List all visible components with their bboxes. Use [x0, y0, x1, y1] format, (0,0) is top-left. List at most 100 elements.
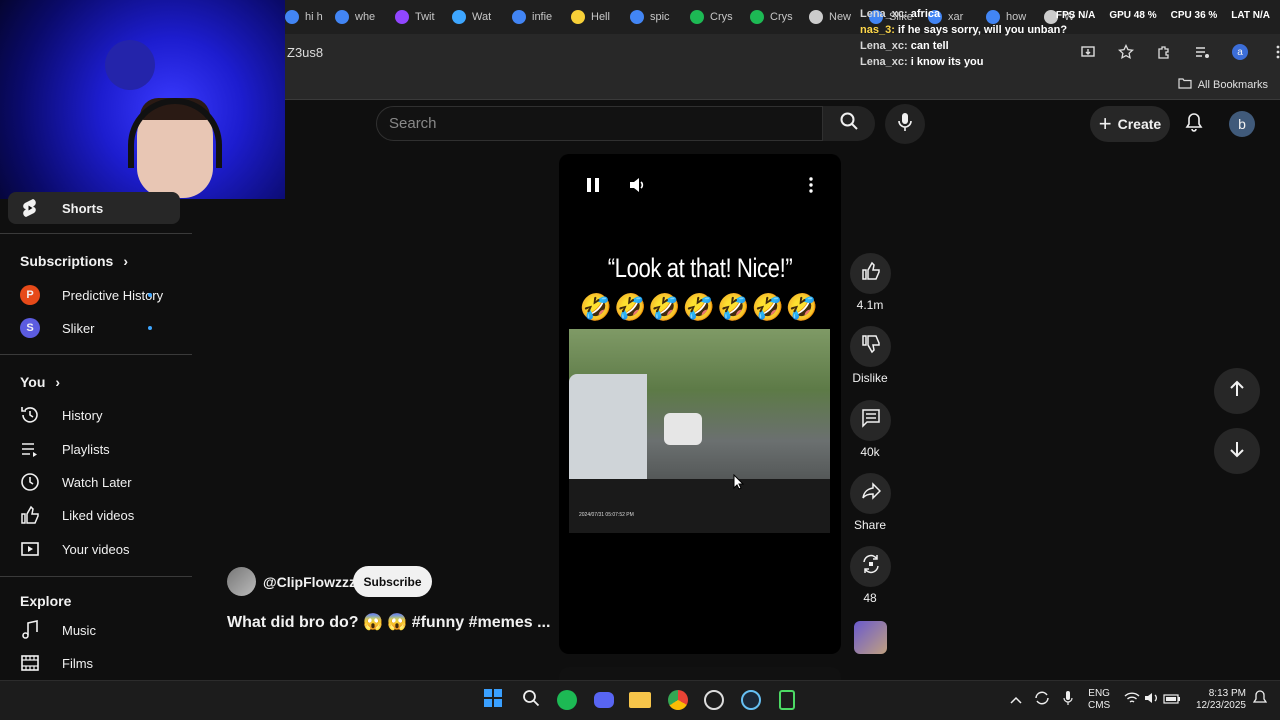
system-clock[interactable]: 8:13 PM 12/23/2025 — [1186, 688, 1246, 712]
kebab-menu-icon[interactable] — [1270, 44, 1280, 60]
refresh-icon — [1034, 690, 1050, 711]
white-car — [664, 413, 702, 445]
channel-name[interactable]: @ClipFlowzzz — [263, 574, 356, 590]
search-input[interactable]: Search — [376, 106, 823, 141]
microphone-tray-button[interactable] — [1056, 688, 1080, 712]
channel-avatar[interactable] — [227, 567, 256, 596]
subscription-item[interactable]: P Predictive History — [0, 279, 180, 311]
chrome-icon — [668, 690, 688, 710]
stream-chat-overlay: Lena_xc: africa nas_3: if he says sorry, … — [860, 6, 1067, 70]
tab-favicon-icon — [571, 10, 585, 24]
video-title[interactable]: What did bro do? 😱 😱 #funny #memes ... — [227, 612, 550, 632]
profile-icon[interactable]: a — [1232, 44, 1248, 60]
search-button[interactable] — [823, 106, 875, 141]
folder-icon — [1178, 77, 1192, 92]
sidebar-item-liked-videos[interactable]: Liked videos — [0, 499, 180, 531]
notifications-button[interactable] — [1178, 108, 1210, 140]
all-bookmarks-button[interactable]: All Bookmarks — [1178, 77, 1268, 92]
url-text[interactable]: Z3us8 — [287, 45, 323, 60]
discord-icon — [594, 692, 614, 708]
browser-tab[interactable]: infie — [512, 6, 564, 28]
clock-time: 8:13 PM — [1208, 688, 1246, 699]
volume-button[interactable] — [627, 176, 649, 198]
discord-taskbar-button[interactable] — [592, 688, 616, 712]
browser-tab[interactable]: New — [809, 6, 861, 28]
sidebar-item-watch-later[interactable]: Watch Later — [0, 466, 180, 498]
share-button[interactable] — [850, 473, 891, 514]
sidebar-item-playlists[interactable]: Playlists — [0, 433, 180, 465]
tab-favicon-icon — [285, 10, 299, 24]
steam-taskbar-button[interactable] — [739, 688, 763, 712]
browser-tab[interactable]: hi h — [285, 6, 337, 28]
comments-button[interactable] — [850, 400, 891, 441]
tab-label: Twit — [415, 11, 435, 23]
file-explorer-taskbar-button[interactable] — [628, 688, 652, 712]
create-button[interactable]: + Create — [1090, 106, 1170, 142]
obs-icon — [704, 690, 724, 710]
more-options-button[interactable] — [800, 176, 822, 198]
subscribe-button[interactable]: Subscribe — [353, 566, 432, 597]
previous-short-button[interactable] — [1214, 368, 1260, 414]
volume-icon — [629, 177, 647, 198]
tab-favicon-icon — [395, 10, 409, 24]
chrome-taskbar-button[interactable] — [666, 688, 690, 712]
share-label: Share — [853, 518, 887, 532]
like-button[interactable] — [850, 253, 891, 294]
background-lamp — [105, 40, 155, 90]
sidebar-item-history[interactable]: History — [0, 399, 180, 431]
sidebar-item-films[interactable]: Films — [0, 647, 180, 679]
comment-icon — [861, 408, 881, 433]
keyboard-layout: CMS — [1088, 700, 1111, 711]
sidebar-item-label: Music — [62, 622, 96, 638]
app-taskbar-button[interactable] — [775, 688, 799, 712]
you-heading[interactable]: You › — [20, 374, 60, 390]
sidebar-item-label: Your videos — [62, 541, 130, 557]
account-avatar[interactable]: b — [1229, 111, 1255, 137]
input-language-indicator[interactable]: ENG CMS — [1088, 688, 1110, 712]
browser-tab[interactable]: Wat — [452, 6, 504, 28]
voice-search-button[interactable] — [885, 104, 925, 144]
sync-tray-button[interactable] — [1030, 688, 1054, 712]
browser-tab[interactable]: Hell — [571, 6, 623, 28]
browser-tab[interactable]: spic — [630, 6, 682, 28]
remix-button[interactable] — [850, 546, 891, 587]
sidebar-item-music[interactable]: Music — [0, 614, 180, 646]
next-short-button[interactable] — [1214, 428, 1260, 474]
your-videos-icon — [20, 539, 40, 559]
subscriptions-heading[interactable]: Subscriptions › — [20, 253, 128, 269]
obs-taskbar-button[interactable] — [702, 688, 726, 712]
start-button[interactable] — [481, 688, 505, 712]
sidebar-item-shorts[interactable]: Shorts — [8, 192, 180, 224]
battery-icon — [1163, 691, 1181, 709]
browser-tab[interactable]: Twit — [395, 6, 447, 28]
taskbar-search-button[interactable] — [519, 688, 543, 712]
chat-text: i know its you — [910, 56, 984, 68]
sidebar-item-your-videos[interactable]: Your videos — [0, 533, 180, 565]
pause-icon — [586, 177, 600, 198]
browser-tab[interactable]: Crys — [690, 6, 742, 28]
media-icon[interactable] — [1194, 44, 1210, 60]
extensions-icon[interactable] — [1156, 44, 1172, 60]
show-hidden-icons-button[interactable] — [1004, 688, 1028, 712]
browser-tab[interactable]: Crys — [750, 6, 802, 28]
notifications-tray-button[interactable] — [1248, 688, 1272, 712]
tab-label: infie — [532, 11, 553, 23]
folder-icon — [629, 692, 651, 708]
dislike-button[interactable] — [850, 326, 891, 367]
pause-button[interactable] — [582, 176, 604, 198]
star-icon[interactable] — [1118, 44, 1134, 60]
chat-username: nas_3: — [860, 24, 895, 36]
history-icon — [20, 405, 40, 425]
thumbs-up-icon — [861, 261, 881, 286]
cpu-readout: CPU 36 % — [1170, 10, 1218, 21]
dashcam-timestamp: 2024/07/31 05:07:52 PM — [579, 512, 634, 518]
spotify-taskbar-button[interactable] — [555, 688, 579, 712]
browser-tab[interactable]: whe — [335, 6, 387, 28]
battery-tray-button[interactable] — [1160, 688, 1184, 712]
speaker-icon — [1144, 691, 1160, 710]
install-icon[interactable] — [1080, 44, 1096, 60]
tab-label: Crys — [770, 11, 793, 23]
sound-thumbnail[interactable] — [854, 621, 887, 654]
arrow-down-icon — [1228, 440, 1246, 463]
subscription-item[interactable]: S Sliker — [0, 312, 180, 344]
